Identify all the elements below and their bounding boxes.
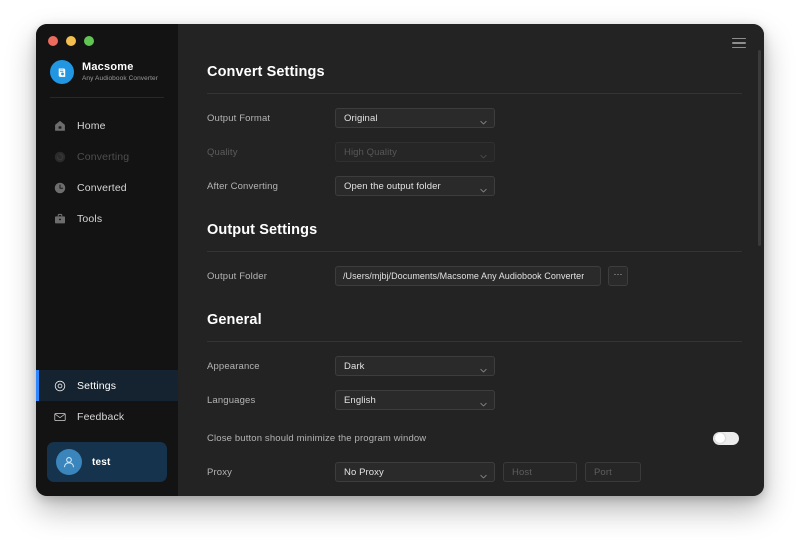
hamburger-line xyxy=(732,46,746,49)
section-title: Output Settings xyxy=(207,222,318,238)
row-languages: Languages English xyxy=(207,390,742,410)
sidebar-item-label: Tools xyxy=(77,212,103,225)
row-label: After Converting xyxy=(207,180,279,192)
close-window-button[interactable] xyxy=(48,36,58,46)
section-rule xyxy=(207,251,742,252)
row-label: Appearance xyxy=(207,360,260,372)
sidebar-item-converted[interactable]: Converted xyxy=(36,172,178,203)
hamburger-line xyxy=(732,42,746,44)
sidebar-item-label: Home xyxy=(77,119,106,132)
chevron-down-icon xyxy=(479,182,488,192)
row-label: Output Format xyxy=(207,112,271,124)
quality-select: High Quality xyxy=(335,142,495,162)
brand: Macsome Any Audiobook Converter xyxy=(36,46,178,84)
brand-subtitle: Any Audiobook Converter xyxy=(82,75,159,83)
proxy-port-input[interactable]: Port xyxy=(585,462,641,482)
proxy-select[interactable]: No Proxy xyxy=(335,462,495,482)
app-window: Macsome Any Audiobook Converter Home Con… xyxy=(36,24,764,496)
chevron-down-icon xyxy=(479,148,488,158)
user-account-button[interactable]: test xyxy=(47,442,167,482)
row-close-minimize: Close button should minimize the program… xyxy=(207,428,742,448)
home-icon xyxy=(52,118,67,133)
sidebar-item-settings[interactable]: Settings xyxy=(36,370,178,401)
proxy-port-placeholder: Port xyxy=(594,466,612,478)
sidebar-nav: Home Converting Converted Tools xyxy=(36,110,178,234)
section-output-settings: Output Settings Output Folder /Users/mjb… xyxy=(207,222,742,286)
section-general: General Appearance Dark Languages Englis… xyxy=(207,312,742,482)
toggle-knob xyxy=(714,433,725,443)
sidebar-divider xyxy=(50,97,164,98)
row-output-folder: Output Folder /Users/mjbj/Documents/Macs… xyxy=(207,266,742,286)
select-value: No Proxy xyxy=(344,466,384,478)
brand-name: Macsome xyxy=(82,61,134,74)
chevron-down-icon xyxy=(479,114,488,124)
desktop-background: Macsome Any Audiobook Converter Home Con… xyxy=(0,0,800,540)
row-after-converting: After Converting Open the output folder xyxy=(207,176,742,196)
output-folder-value: /Users/mjbj/Documents/Macsome Any Audiob… xyxy=(343,271,585,281)
sidebar-item-converting[interactable]: Converting xyxy=(36,141,178,172)
window-traffic-lights xyxy=(36,24,178,46)
row-output-format: Output Format Original xyxy=(207,108,742,128)
output-format-select[interactable]: Original xyxy=(335,108,495,128)
chevron-down-icon xyxy=(479,396,488,406)
minimize-window-button[interactable] xyxy=(66,36,76,46)
sidebar-nav-bottom: Settings Feedback test xyxy=(36,370,178,496)
maximize-window-button[interactable] xyxy=(84,36,94,46)
languages-select[interactable]: English xyxy=(335,390,495,410)
select-value: High Quality xyxy=(344,146,397,158)
row-label: Languages xyxy=(207,394,256,406)
chevron-down-icon xyxy=(479,468,488,478)
row-label: Close button should minimize the program… xyxy=(207,432,427,444)
sidebar-item-label: Feedback xyxy=(77,410,125,423)
tools-briefcase-icon xyxy=(52,211,67,226)
row-quality: Quality High Quality xyxy=(207,142,742,162)
user-avatar-icon xyxy=(56,449,82,475)
select-value: Open the output folder xyxy=(344,180,441,192)
section-rule xyxy=(207,341,742,342)
select-value: Dark xyxy=(344,360,365,372)
row-label: Output Folder xyxy=(207,270,268,282)
section-title: General xyxy=(207,312,262,328)
sidebar-item-home[interactable]: Home xyxy=(36,110,178,141)
proxy-host-placeholder: Host xyxy=(512,466,532,478)
macsome-logo-icon xyxy=(50,60,74,84)
user-name: test xyxy=(92,456,111,468)
envelope-icon xyxy=(52,409,67,424)
hamburger-icon[interactable] xyxy=(732,36,748,50)
scrollbar-thumb[interactable] xyxy=(758,50,761,246)
proxy-host-input[interactable]: Host xyxy=(503,462,577,482)
gear-icon xyxy=(52,378,67,393)
row-appearance: Appearance Dark xyxy=(207,356,742,376)
row-label: Quality xyxy=(207,146,238,158)
browse-folder-button[interactable]: ··· xyxy=(608,266,628,286)
sidebar-item-label: Settings xyxy=(77,379,117,392)
row-proxy: Proxy No Proxy Host Port xyxy=(207,462,742,482)
sidebar-item-label: Converted xyxy=(77,181,127,194)
sidebar: Macsome Any Audiobook Converter Home Con… xyxy=(36,24,178,496)
chevron-down-icon xyxy=(479,362,488,372)
output-folder-input[interactable]: /Users/mjbj/Documents/Macsome Any Audiob… xyxy=(335,266,601,286)
converted-clock-icon xyxy=(52,180,67,195)
select-value: English xyxy=(344,394,376,406)
settings-content: Convert Settings Output Format Original xyxy=(178,24,764,496)
section-title: Convert Settings xyxy=(207,64,325,80)
section-convert-settings: Convert Settings Output Format Original xyxy=(207,64,742,196)
sidebar-item-label: Converting xyxy=(77,150,130,163)
converting-icon xyxy=(52,149,67,164)
close-minimize-toggle[interactable] xyxy=(713,431,739,445)
sidebar-item-tools[interactable]: Tools xyxy=(36,203,178,234)
hamburger-line xyxy=(732,37,746,40)
after-converting-select[interactable]: Open the output folder xyxy=(335,176,495,196)
sidebar-item-feedback[interactable]: Feedback xyxy=(36,401,178,432)
section-rule xyxy=(207,93,742,94)
appearance-select[interactable]: Dark xyxy=(335,356,495,376)
select-value: Original xyxy=(344,112,378,124)
main-panel: Convert Settings Output Format Original xyxy=(178,24,764,496)
row-label: Proxy xyxy=(207,466,233,478)
